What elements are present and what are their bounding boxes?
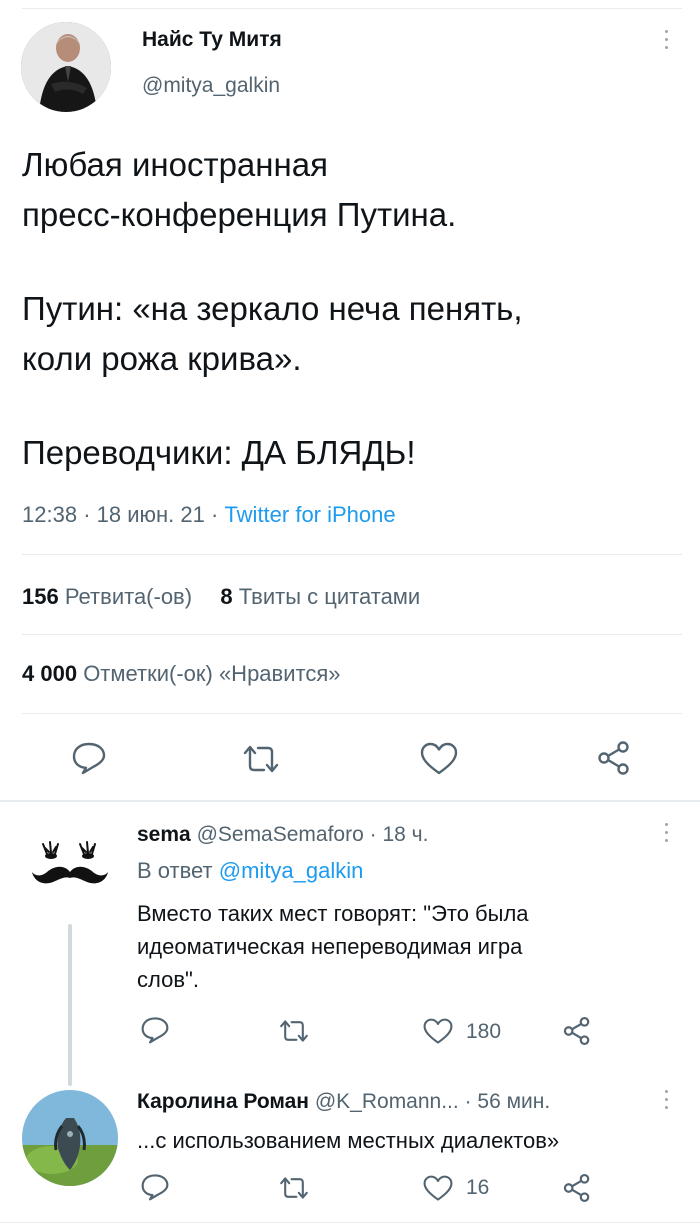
reply-header: sema @SemaSemaforo · 18 ч.: [137, 823, 428, 847]
reply-text: ...с использованием местных диалектов»: [137, 1124, 559, 1157]
stats-divider-bottom: [22, 713, 682, 714]
reply-to-handle[interactable]: @mitya_galkin: [219, 858, 364, 883]
reply-text-line: ...с использованием местных диалектов»: [137, 1128, 560, 1153]
meta-separator: ·: [369, 823, 377, 846]
like-stats[interactable]: 4 000 Отметки(-ок) «Нравится»: [22, 661, 341, 687]
thread-line: [68, 924, 72, 1086]
reply-avatar[interactable]: [22, 1090, 118, 1186]
reply-author-handle[interactable]: @K_Romann...: [315, 1090, 459, 1113]
more-icon[interactable]: [664, 1090, 670, 1114]
reply-to: В ответ @mitya_galkin: [137, 858, 363, 884]
retweet-icon[interactable]: [241, 744, 281, 774]
reply-icon[interactable]: [71, 741, 107, 775]
reply-avatar[interactable]: [27, 834, 113, 894]
retweet-stats[interactable]: 156 Ретвита(-ов) 8 Твиты с цитатами: [22, 584, 420, 610]
reply-icon[interactable]: [140, 1173, 170, 1201]
author-handle[interactable]: @mitya_galkin: [142, 74, 280, 98]
reply-header: Каролина Роман @K_Romann... · 56 мин.: [137, 1090, 550, 1114]
reply-time[interactable]: 56 мин.: [477, 1090, 550, 1113]
quotes-label: Твиты с цитатами: [238, 584, 421, 609]
likes-label: Отметки(-ок) «Нравится»: [83, 661, 341, 686]
reply-like-count: 180: [466, 1020, 502, 1043]
retweets-label: Ретвита(-ов): [64, 584, 193, 609]
meta-separator: ·: [464, 1090, 472, 1113]
bottom-divider: [0, 1222, 700, 1223]
tweet-text: Любая иностранная пресс-конференция Пути…: [22, 140, 682, 478]
retweet-icon[interactable]: [278, 1176, 310, 1200]
tweet-text-line: коли рожа крива».: [22, 340, 302, 377]
retweets-count: 156: [22, 584, 59, 609]
reply-author-name[interactable]: Каролина Роман: [137, 1090, 309, 1113]
stats-divider-mid: [22, 634, 682, 635]
reply-author-name[interactable]: sema: [137, 823, 191, 846]
reply-time[interactable]: 18 ч.: [382, 823, 428, 846]
share-icon[interactable]: [596, 740, 632, 776]
more-icon[interactable]: [664, 823, 670, 847]
author-avatar[interactable]: [21, 22, 111, 112]
like-icon[interactable]: [423, 1018, 453, 1045]
tweet-source[interactable]: Twitter for iPhone: [224, 502, 395, 527]
author-name[interactable]: Найс Ту Митя: [142, 28, 282, 52]
more-icon[interactable]: [664, 30, 670, 54]
like-icon[interactable]: [423, 1175, 453, 1202]
reply-text: Вместо таких мест говорят: "Это была иде…: [137, 897, 529, 996]
tweet-date[interactable]: 18 июн. 21: [97, 502, 205, 527]
share-icon[interactable]: [562, 1016, 592, 1046]
retweet-icon[interactable]: [278, 1019, 310, 1043]
section-divider: [0, 800, 700, 802]
likes-count: 4 000: [22, 661, 78, 686]
share-icon[interactable]: [562, 1173, 592, 1203]
meta-separator: ·: [210, 502, 219, 527]
tweet-meta: 12:38 · 18 июн. 21 · Twitter for iPhone: [22, 502, 396, 528]
meta-separator: ·: [83, 502, 91, 527]
reply-author-handle[interactable]: @SemaSemaforo: [197, 823, 364, 846]
tweet-text-line: Любая иностранная: [22, 146, 328, 183]
reply-text-line: Вместо таких мест говорят: "Это была: [137, 901, 529, 926]
tweet-text-line: Переводчики: ДА БЛЯДЬ!: [22, 434, 416, 471]
reply-to-prefix: В ответ: [137, 858, 213, 883]
reply-like-count: 16: [466, 1176, 490, 1199]
tweet-text-line: Путин: «на зеркало неча пенять,: [22, 290, 523, 327]
reply-icon[interactable]: [140, 1016, 170, 1044]
reply-text-line: слов".: [137, 967, 199, 992]
top-divider: [22, 8, 682, 9]
tweet-text-line: пресс-конференция Путина.: [22, 196, 457, 233]
stats-divider-top: [22, 554, 682, 555]
like-icon[interactable]: [420, 742, 458, 776]
reply-text-line: идеоматическая непереводимая игра: [137, 934, 523, 959]
quotes-count: 8: [220, 584, 233, 609]
tweet-time[interactable]: 12:38: [22, 502, 77, 527]
